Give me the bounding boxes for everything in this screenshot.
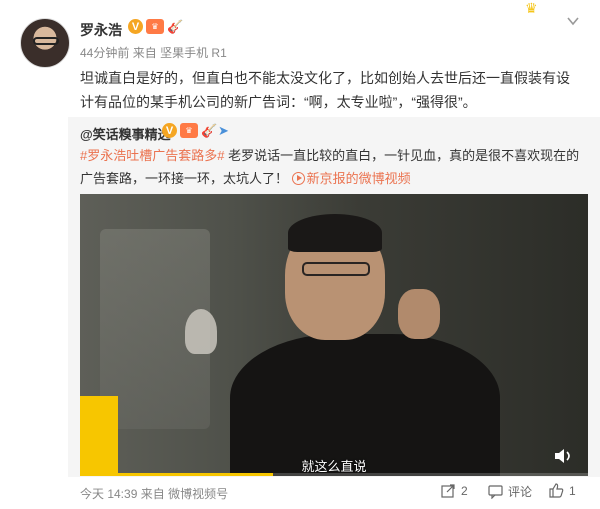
verified-icon[interactable]: V: [162, 123, 177, 138]
video-statue: [185, 309, 217, 354]
post-time[interactable]: 44分钟前: [80, 46, 129, 60]
post-meta: 44分钟前 来自 坚果手机 R1: [80, 44, 227, 61]
video-person-glasses: [302, 262, 370, 276]
guitar-icon[interactable]: 🎸: [201, 123, 217, 138]
thumbs-up-icon: [549, 483, 564, 498]
level-icon[interactable]: ♛: [180, 123, 198, 138]
video-person-body: [230, 334, 500, 476]
avatar-glasses: [33, 37, 59, 45]
retweet-block: @笑话糗事精选 V ♛ 🎸 ➤ #罗永浩吐槽广告套路多# 老罗说话一直比较的直白…: [68, 117, 600, 477]
guitar-icon[interactable]: 🎸: [167, 19, 183, 34]
author-badges: V ♛ 🎸: [128, 19, 183, 34]
share-count: 2: [461, 483, 468, 498]
like-button[interactable]: 1: [549, 483, 576, 498]
post-content: 坦诚直白是好的，但直白也不能太没文化了，比如创始人去世后还一直假装有设计有品位的…: [80, 70, 570, 110]
play-circle-icon: [291, 172, 305, 185]
retweet-text: #罗永浩吐槽广告套路多# 老罗说话一直比较的直白，一针见血，真的是很不喜欢现在的…: [80, 144, 590, 190]
comment-label: 评论: [508, 485, 533, 499]
like-count: 1: [569, 483, 576, 498]
retweet-source[interactable]: 微博视频号: [168, 487, 228, 501]
retweet-meta: 今天 14:39 来自 微博视频号: [80, 485, 228, 502]
weibo-post: 罗永浩 V ♛ 🎸 44分钟前 来自 坚果手机 R1 ♛ 坦诚直白是好的，但直白…: [0, 0, 600, 509]
comment-button[interactable]: 评论: [488, 483, 532, 500]
author-avatar[interactable]: [20, 18, 70, 68]
video-source-link[interactable]: 新京报的微博视频: [291, 171, 411, 186]
retweet-time[interactable]: 今天 14:39: [80, 487, 137, 501]
verified-icon[interactable]: V: [128, 19, 143, 34]
volume-icon[interactable]: [554, 448, 574, 464]
video-player[interactable]: 就这么直说: [80, 194, 588, 476]
share-icon: [441, 484, 455, 498]
video-person-hand: [398, 289, 440, 339]
video-progress-fill: [80, 473, 274, 476]
video-source-label: 新京报的微博视频: [306, 171, 411, 186]
author-name[interactable]: 罗永浩: [80, 20, 122, 40]
video-progress-bar[interactable]: [80, 473, 588, 476]
topic-link[interactable]: #罗永浩吐槽广告套路多#: [80, 148, 224, 163]
post-from-prefix: 来自: [132, 46, 157, 60]
retweet-from-prefix: 来自: [140, 487, 165, 501]
crown-icon: ♛: [525, 0, 538, 16]
comment-icon: [488, 485, 503, 499]
retweet-author-badges: V ♛ 🎸 ➤: [162, 123, 232, 138]
chevron-down-icon[interactable]: [566, 14, 580, 28]
share-button[interactable]: 2: [441, 483, 468, 498]
level-icon[interactable]: ♛: [146, 19, 164, 34]
post-device[interactable]: 坚果手机 R1: [160, 46, 227, 60]
paper-plane-icon[interactable]: ➤: [218, 123, 232, 138]
retweet-author[interactable]: @笑话糗事精选: [80, 124, 171, 143]
video-person-hair: [288, 214, 382, 252]
